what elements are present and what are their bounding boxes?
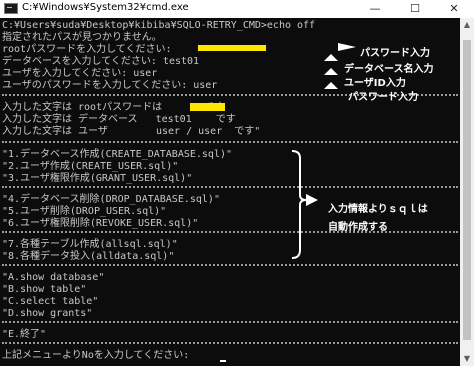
arrow-up-icon (324, 54, 338, 61)
annotation-user-id: ユーザID入力 (344, 78, 406, 89)
cmd-app-icon (4, 3, 18, 14)
annotation-user-password: パスワード入力 (348, 92, 418, 103)
annotation-database-name: データベース名入力 (344, 64, 434, 75)
close-button[interactable]: ✕ (434, 0, 474, 18)
scroll-up-icon[interactable]: ▲ (460, 18, 474, 32)
arrow-up-icon (324, 68, 338, 75)
annotation-menu-note-2: 自動作成する (328, 222, 388, 233)
arrow-right-icon (338, 43, 356, 51)
minimize-button[interactable]: — (355, 0, 395, 18)
scroll-thumb[interactable] (463, 40, 471, 340)
console-output[interactable]: C:¥Users¥suda¥Desktop¥kibiba¥SQLO-RETRY_… (0, 18, 460, 366)
vertical-scrollbar[interactable]: ▲ ▼ (460, 18, 474, 366)
scroll-down-icon[interactable]: ▼ (460, 352, 474, 366)
annotation-root-password: パスワード入力 (360, 48, 430, 59)
annotation-menu-note-1: 入力情報よりｓｑｌは (328, 204, 428, 215)
menu-bracket-icon (291, 150, 307, 259)
window-title: C:¥Windows¥System32¥cmd.exe (22, 2, 189, 13)
arrow-up-icon (324, 82, 338, 89)
title-bar[interactable]: C:¥Windows¥System32¥cmd.exe — ☐ ✕ (0, 0, 474, 19)
maximize-button[interactable]: ☐ (395, 0, 435, 18)
arrow-right-icon (306, 194, 318, 206)
